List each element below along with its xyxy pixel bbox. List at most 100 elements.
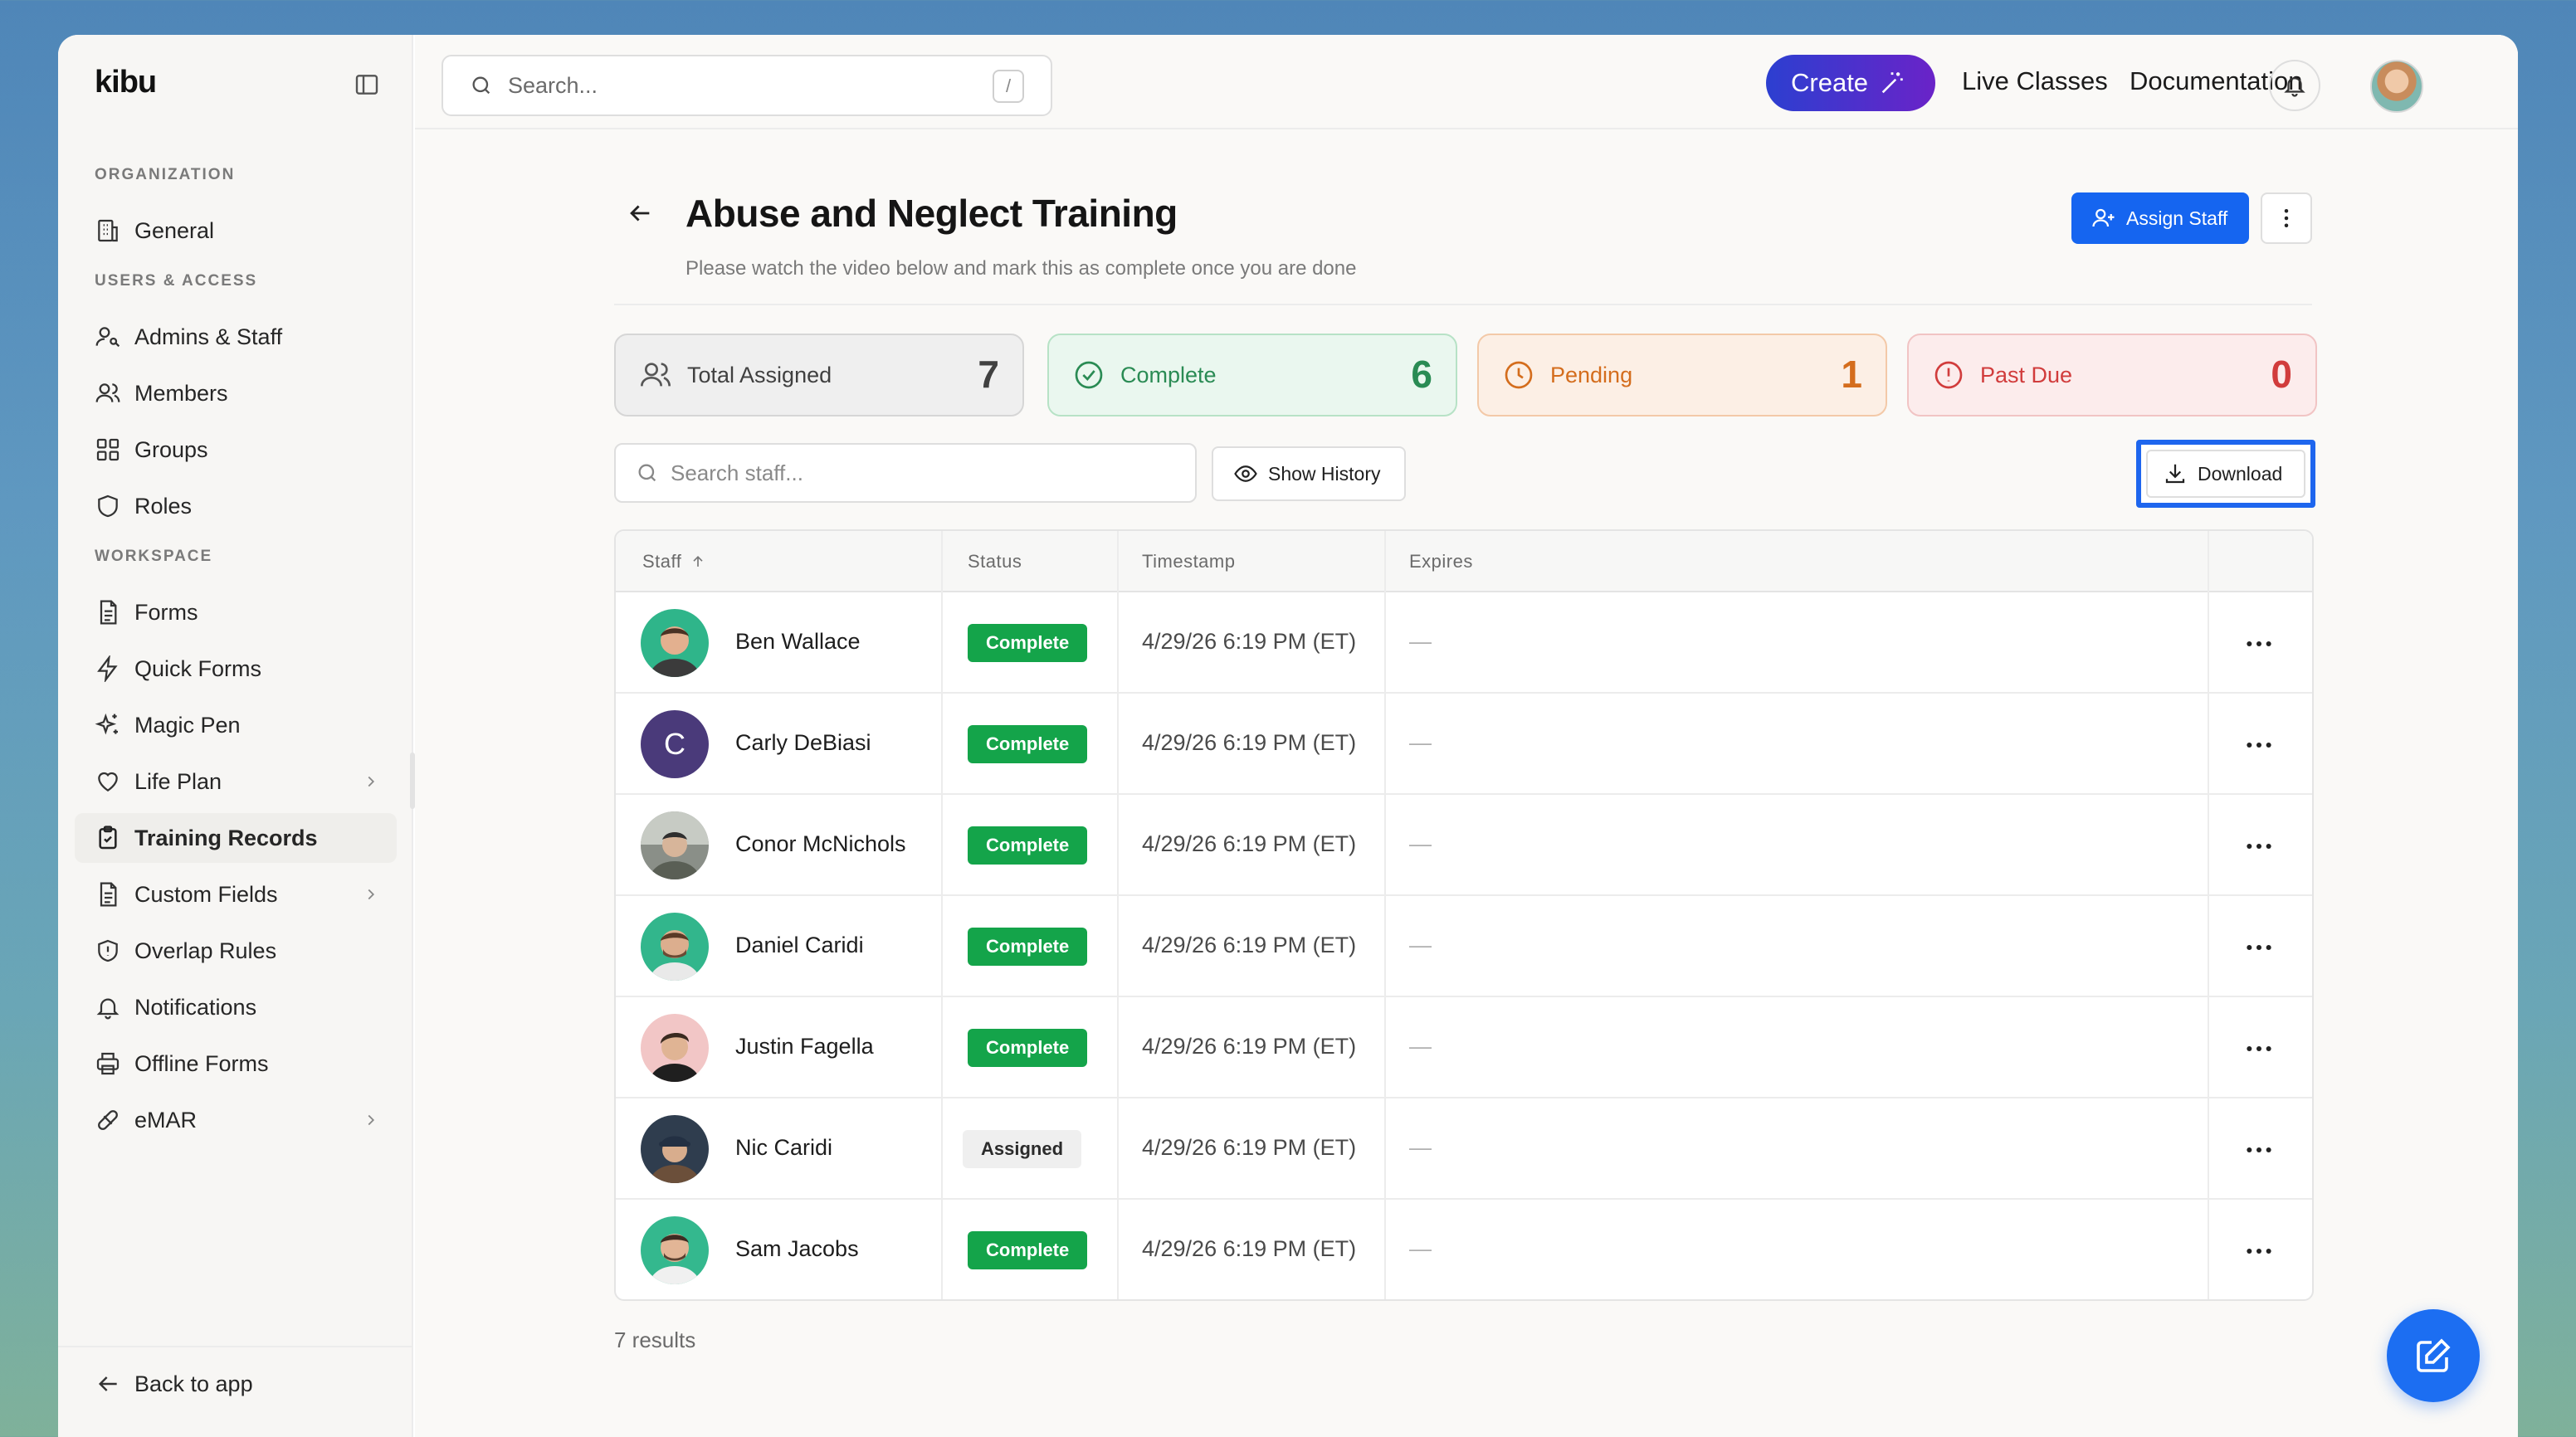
- download-label: Download: [2198, 462, 2283, 485]
- avatar: C: [641, 710, 709, 778]
- bell-icon: [2284, 77, 2305, 97]
- timestamp: 4/29/26 6:19 PM (ET): [1142, 629, 1357, 654]
- sidebar-toggle-icon[interactable]: [354, 71, 380, 98]
- eye-icon: [1234, 465, 1257, 482]
- staff-name: Daniel Caridi: [735, 933, 864, 957]
- stat-pending[interactable]: Pending 1: [1477, 334, 1887, 416]
- table-row[interactable]: Conor McNichols Complete 4/29/26 6:19 PM…: [616, 795, 2312, 896]
- timestamp: 4/29/26 6:19 PM (ET): [1142, 1135, 1357, 1160]
- staff-name: Ben Wallace: [735, 629, 861, 654]
- status-badge: Complete: [968, 725, 1088, 763]
- sidebar-footer: Back to app: [58, 1346, 413, 1396]
- sidebar-item-admins-staff[interactable]: Admins & Staff: [75, 312, 397, 362]
- shield-alert-icon: [98, 939, 118, 962]
- expires: —: [1409, 1135, 1432, 1160]
- sparkles-icon: [95, 713, 118, 735]
- user-avatar[interactable]: [2370, 60, 2423, 113]
- stat-label: Past Due: [1980, 362, 2073, 387]
- stat-total-assigned[interactable]: Total Assigned 7: [614, 334, 1024, 416]
- sort-ascending-icon: [693, 555, 703, 567]
- show-history-button[interactable]: Show History: [1212, 446, 1406, 501]
- sidebar-item-forms[interactable]: Forms: [75, 587, 397, 637]
- assign-staff-label: Assign Staff: [2126, 207, 2228, 229]
- create-button[interactable]: Create: [1766, 55, 1935, 111]
- timestamp: 4/29/26 6:19 PM (ET): [1142, 1034, 1357, 1059]
- sidebar-item-training-records[interactable]: Training Records: [75, 813, 397, 863]
- sidebar-item-life-plan[interactable]: Life Plan: [75, 757, 397, 806]
- app-window: kibu ORGANIZATION General USERS & ACCESS…: [58, 35, 2518, 1437]
- sidebar-item-emar[interactable]: eMAR: [75, 1095, 397, 1145]
- download-icon: [2165, 464, 2185, 484]
- download-button[interactable]: Download: [2146, 450, 2305, 498]
- nav-section-users-access: USERS & ACCESS: [95, 272, 258, 290]
- live-classes-link[interactable]: Live Classes: [1962, 66, 2108, 96]
- sidebar-item-label: General: [134, 217, 215, 243]
- row-more-icon[interactable]: [2242, 830, 2276, 863]
- stat-past-due[interactable]: Past Due 0: [1907, 334, 2317, 416]
- table-row[interactable]: Justin Fagella Complete 4/29/26 6:19 PM …: [616, 997, 2312, 1098]
- avatar: [641, 609, 709, 677]
- global-search-input[interactable]: Search... /: [442, 55, 1052, 116]
- row-more-icon[interactable]: [2242, 627, 2276, 660]
- row-more-icon[interactable]: [2242, 728, 2276, 762]
- row-more-icon[interactable]: [2242, 1032, 2276, 1065]
- header-divider: [614, 304, 2312, 305]
- row-more-icon[interactable]: [2242, 931, 2276, 964]
- sidebar-item-magic-pen[interactable]: Magic Pen: [75, 700, 397, 750]
- sidebar: kibu ORGANIZATION General USERS & ACCESS…: [58, 35, 415, 1437]
- stat-complete[interactable]: Complete 6: [1047, 334, 1457, 416]
- sidebar-item-label: Overlap Rules: [134, 938, 277, 963]
- row-more-icon[interactable]: [2242, 1133, 2276, 1167]
- table-row[interactable]: C Carly DeBiasi Complete 4/29/26 6:19 PM…: [616, 694, 2312, 795]
- sidebar-item-notifications[interactable]: Notifications: [75, 982, 397, 1032]
- column-header-status[interactable]: Status: [968, 531, 1022, 592]
- sidebar-item-offline-forms[interactable]: Offline Forms: [75, 1039, 397, 1089]
- avatar: [641, 1014, 709, 1082]
- sidebar-item-label: Offline Forms: [134, 1050, 269, 1076]
- status-badge: Assigned: [963, 1130, 1082, 1168]
- sidebar-item-groups[interactable]: Groups: [75, 425, 397, 475]
- row-more-icon[interactable]: [2242, 1235, 2276, 1268]
- compose-fab-button[interactable]: [2387, 1309, 2480, 1402]
- staff-name: Justin Fagella: [735, 1034, 874, 1059]
- avatar: [641, 811, 709, 879]
- check-circle-icon: [1075, 361, 1103, 389]
- table-row[interactable]: Nic Caridi Assigned 4/29/26 6:19 PM (ET)…: [616, 1098, 2312, 1200]
- column-header-staff[interactable]: Staff: [642, 531, 706, 592]
- table-row[interactable]: Sam Jacobs Complete 4/29/26 6:19 PM (ET)…: [616, 1200, 2312, 1299]
- sidebar-item-overlap-rules[interactable]: Overlap Rules: [75, 926, 397, 976]
- column-header-expires[interactable]: Expires: [1409, 531, 1473, 592]
- timestamp: 4/29/26 6:19 PM (ET): [1142, 933, 1357, 957]
- table-row[interactable]: Daniel Caridi Complete 4/29/26 6:19 PM (…: [616, 896, 2312, 997]
- app-logo[interactable]: kibu: [95, 65, 157, 100]
- table-row[interactable]: Ben Wallace Complete 4/29/26 6:19 PM (ET…: [616, 592, 2312, 694]
- grid-icon: [96, 438, 120, 461]
- nav-section-organization: ORGANIZATION: [95, 166, 236, 183]
- main-area: Search... / Create Live Classes Document…: [415, 35, 2518, 1437]
- back-arrow-icon[interactable]: [626, 199, 654, 227]
- sidebar-item-quick-forms[interactable]: Quick Forms: [75, 644, 397, 694]
- sidebar-item-label: Notifications: [134, 994, 257, 1020]
- arrow-left-icon: [98, 1376, 117, 1391]
- stat-value: 7: [978, 353, 999, 396]
- notifications-button[interactable]: [2269, 60, 2320, 111]
- sidebar-item-custom-fields[interactable]: Custom Fields: [75, 870, 397, 919]
- staff-search-input[interactable]: Search staff...: [614, 443, 1197, 503]
- timestamp: 4/29/26 6:19 PM (ET): [1142, 831, 1357, 856]
- staff-name: Conor McNichols: [735, 831, 906, 856]
- heart-icon: [98, 772, 118, 792]
- sidebar-item-roles[interactable]: Roles: [75, 481, 397, 531]
- status-badge: Complete: [968, 1029, 1088, 1067]
- sidebar-item-members[interactable]: Members: [75, 368, 397, 418]
- magic-wand-icon: [1881, 72, 1903, 94]
- assign-staff-button[interactable]: Assign Staff: [2071, 192, 2249, 244]
- expires: —: [1409, 933, 1432, 957]
- sidebar-item-general[interactable]: General: [75, 206, 397, 256]
- status-badge: Complete: [968, 826, 1088, 865]
- more-options-button[interactable]: [2261, 192, 2312, 244]
- download-focus-ring: Download: [2136, 440, 2315, 508]
- status-badge: Complete: [968, 1231, 1088, 1269]
- column-header-timestamp[interactable]: Timestamp: [1142, 531, 1235, 592]
- avatar: [641, 913, 709, 981]
- back-to-app-link[interactable]: Back to app: [75, 1359, 397, 1409]
